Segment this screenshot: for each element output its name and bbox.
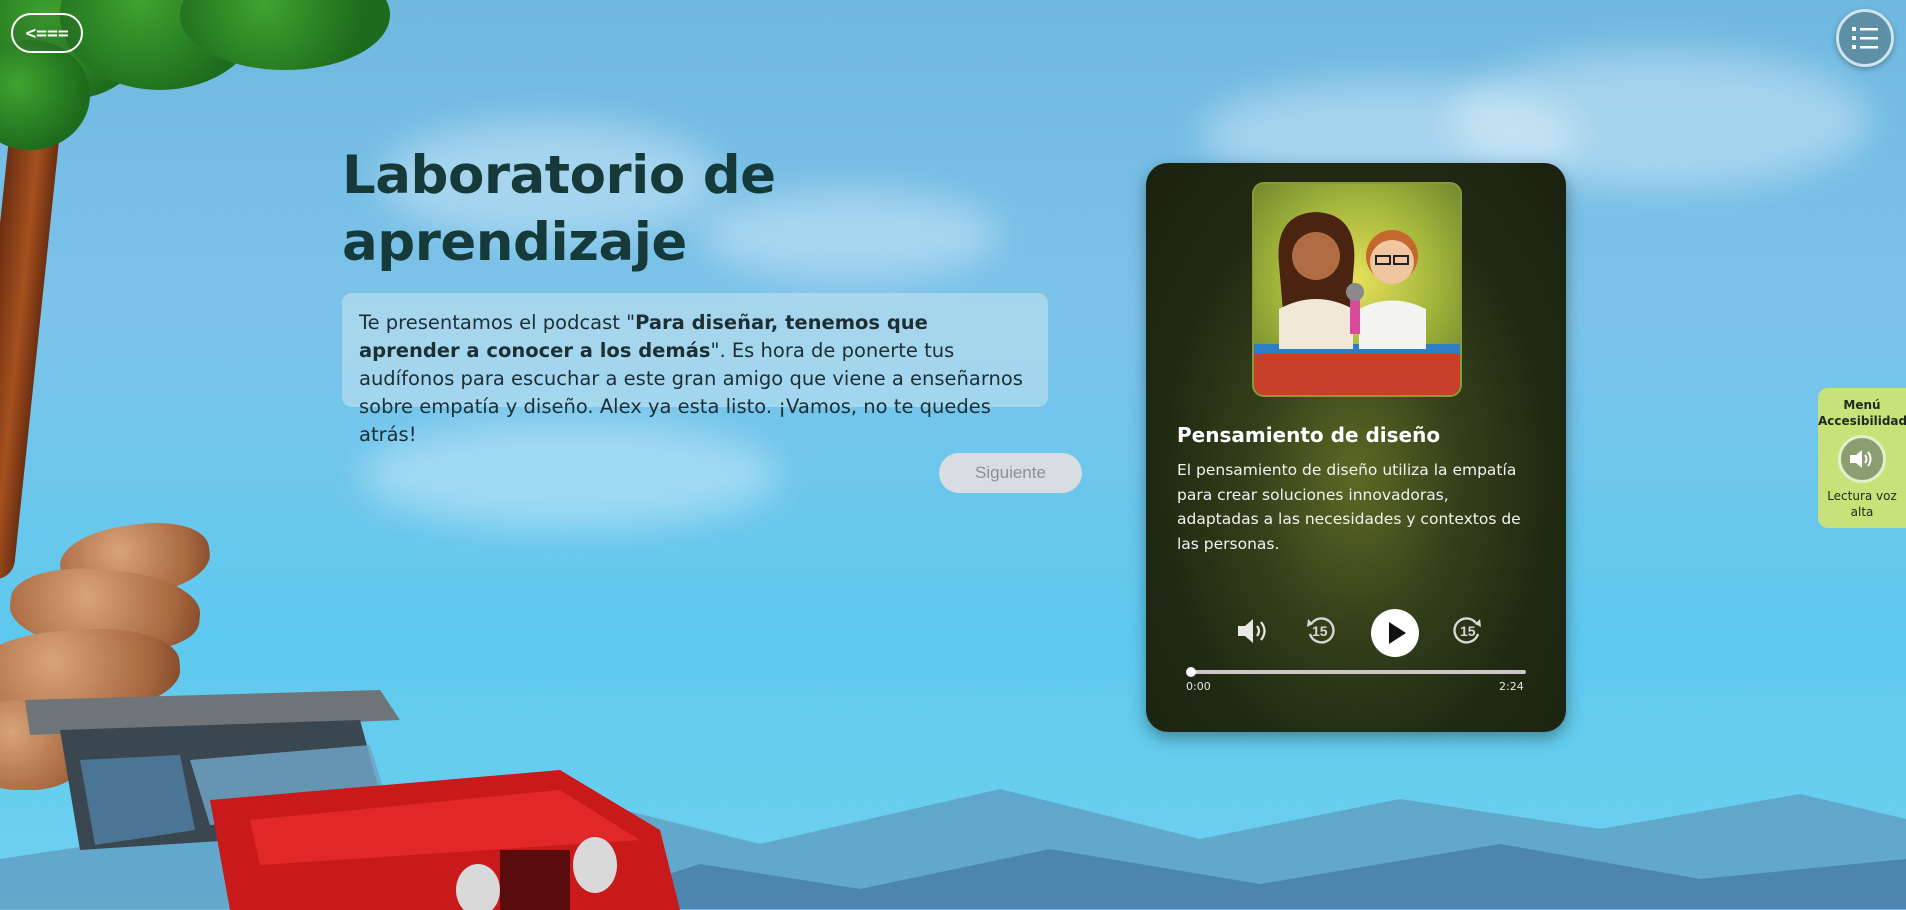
speaker-icon [1850, 450, 1872, 468]
podcast-player-card: Pensamiento de diseño El pensamiento de … [1146, 163, 1566, 732]
back-arrow-label: <=== [25, 22, 69, 44]
progress-knob[interactable] [1186, 667, 1196, 677]
accessibility-panel: Menú Accesibilidad Lectura voz alta [1818, 388, 1906, 528]
intro-prefix: Te presentamos el podcast " [359, 311, 636, 334]
duration: 2:24 [1499, 680, 1524, 693]
progress-bar[interactable] [1186, 667, 1526, 677]
current-time: 0:00 [1186, 680, 1211, 693]
rewind-seconds-label: 15 [1312, 623, 1328, 639]
read-aloud-label: Lectura voz alta [1827, 489, 1897, 519]
page-title: Laboratorio de aprendizaje [342, 145, 776, 273]
volume-icon[interactable] [1236, 616, 1272, 646]
menu-button[interactable] [1836, 9, 1894, 67]
read-aloud-button[interactable] [1838, 435, 1886, 483]
menu-list-icon [1852, 27, 1878, 49]
next-button[interactable]: Siguiente [939, 453, 1082, 493]
intro-text: Te presentamos el podcast "Para diseñar,… [342, 293, 1048, 446]
forward-seconds-label: 15 [1460, 623, 1476, 639]
forward-15-button[interactable]: 15 [1450, 614, 1484, 648]
play-button[interactable] [1371, 609, 1419, 657]
play-icon [1389, 622, 1406, 644]
accessibility-header: Menú Accesibilidad [1818, 398, 1906, 428]
podcast-description: El pensamiento de diseño utiliza la empa… [1177, 461, 1521, 553]
podcast-title: Pensamiento de diseño [1177, 423, 1441, 447]
rewind-15-button[interactable]: 15 [1304, 614, 1338, 648]
podcast-cover-image [1252, 182, 1462, 397]
player-controls: 15 15 [1146, 607, 1566, 657]
back-button[interactable]: <=== [11, 13, 83, 53]
jeep-illustration [25, 690, 680, 910]
